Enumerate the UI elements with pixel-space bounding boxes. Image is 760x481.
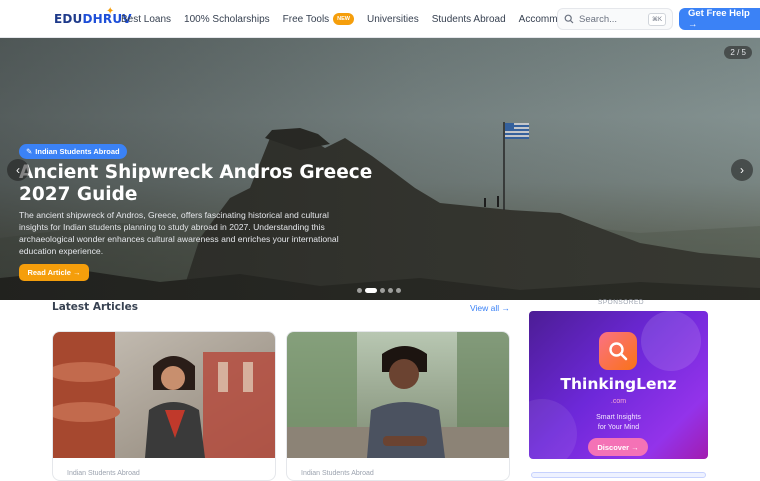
ad-discover-button[interactable]: Discover →	[588, 438, 648, 456]
hero-description: The ancient shipwreck of Andros, Greece,…	[19, 210, 339, 256]
ad-tagline: for Your Mind	[597, 424, 640, 431]
top-navbar: EDU DHRUV ✦ Best Loans 100% Scholarships …	[0, 0, 760, 38]
nav-free-tools-label: Free Tools	[282, 13, 330, 25]
search-icon	[564, 14, 574, 24]
new-badge: NEW	[333, 13, 355, 25]
carousel-dot-2[interactable]	[365, 288, 377, 293]
pencil-icon: ✎	[26, 147, 33, 156]
main-menu: Best Loans 100% Scholarships Free Tools …	[121, 0, 603, 38]
section-title: Latest Articles	[52, 301, 138, 313]
carousel-dot-1[interactable]	[357, 288, 362, 293]
article-meta: Indian Students Abroad	[301, 470, 374, 477]
ad-tagline: Smart Insights	[596, 414, 641, 421]
carousel-dot-5[interactable]	[396, 288, 401, 293]
nav-best-loans[interactable]: Best Loans	[121, 14, 171, 25]
nav-universities[interactable]: Universities	[367, 14, 419, 25]
carousel-next-button[interactable]: ›	[731, 159, 753, 181]
chevron-right-icon: ›	[740, 163, 744, 177]
article-card[interactable]: Indian Students Abroad	[52, 331, 276, 481]
nav-students-abroad[interactable]: Students Abroad	[432, 14, 506, 25]
article-image	[53, 332, 275, 458]
carousel-dot-3[interactable]	[380, 288, 385, 293]
slide-counter: 2 / 5	[724, 46, 752, 59]
hero-title[interactable]: Ancient Shipwreck Andros Greece 2027 Gui…	[19, 162, 389, 206]
sponsored-label: SPONSORED	[598, 299, 645, 306]
get-free-help-button[interactable]: Get Free Help →	[679, 8, 760, 30]
hero-carousel: 2 / 5 ✎ Indian Students Abroad Ancient S…	[0, 38, 760, 300]
nav-scholarships[interactable]: 100% Scholarships	[184, 14, 270, 25]
search-shortcut: ⌘K	[647, 13, 666, 26]
category-badge-label: Indian Students Abroad	[35, 147, 120, 156]
chevron-left-icon: ‹	[16, 163, 20, 177]
ad-brand-name: ThinkingLenz	[560, 375, 677, 393]
ad-domain: .com	[610, 398, 627, 405]
carousel-dot-4[interactable]	[388, 288, 393, 293]
view-all-link[interactable]: View all →	[470, 303, 510, 313]
sparkle-icon: ✦	[106, 6, 115, 17]
sponsored-ad[interactable]: ThinkingLenz .com Smart Insights for You…	[529, 311, 708, 459]
brand-logo-part1: EDU	[54, 12, 83, 26]
carousel-dots	[357, 288, 404, 293]
article-image	[287, 332, 509, 458]
nav-free-tools[interactable]: Free Tools NEW	[282, 13, 355, 25]
ad-decoration	[641, 311, 701, 371]
article-meta: Indian Students Abroad	[67, 470, 140, 477]
read-article-button[interactable]: Read Article →	[19, 264, 89, 281]
search-placeholder: Search...	[579, 13, 618, 25]
article-card[interactable]: Indian Students Abroad	[286, 331, 510, 481]
sidebar-widget	[531, 472, 706, 478]
category-badge[interactable]: ✎ Indian Students Abroad	[19, 144, 127, 159]
magnifier-icon	[599, 332, 637, 370]
search-input[interactable]: Search... ⌘K	[557, 8, 673, 30]
carousel-prev-button[interactable]: ‹	[7, 159, 29, 181]
